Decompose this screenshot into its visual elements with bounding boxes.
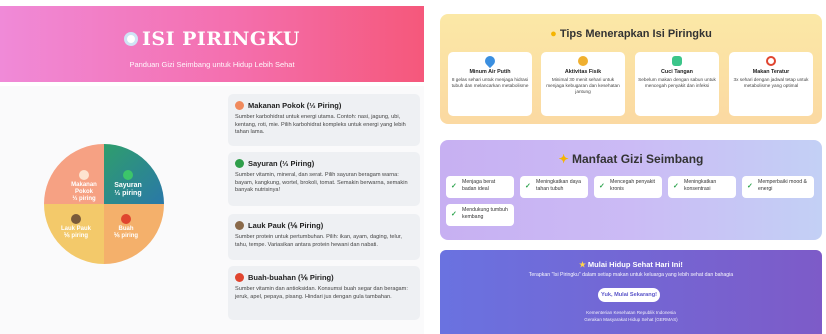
wheel-portion: ⅓ piring (72, 195, 96, 202)
benefit-item: ✓ Memperbaiki mood & energi (742, 176, 814, 198)
alarm-clock-icon (766, 56, 776, 66)
sparkle-icon: ✦ (558, 152, 569, 166)
benefits-title-row: ✦ Manfaat Gizi Seimbang (440, 152, 822, 166)
benefit-item: ✓ Mendukung tumbuh kembang (446, 204, 514, 226)
benefit-label: Mencegah penyakit kronis (610, 179, 655, 192)
card-text: Sumber vitamin dan antioksidan. Konsumsi… (235, 286, 408, 300)
card-title: Makanan Pokok (⅓ Piring) (248, 101, 342, 110)
check-icon: ✓ (451, 183, 457, 190)
tip-title: Makan Teratur (752, 69, 790, 75)
card-title: Lauk Pauk (⅙ Piring) (248, 221, 324, 230)
tip-title: Aktivitas Fisik (564, 69, 602, 75)
info-card-lauk-pauk: Lauk Pauk (⅙ Piring) Sumber protein untu… (228, 214, 420, 260)
hero-title: ISI PIRINGKU (142, 28, 300, 50)
tip-title: Minum Air Putih (469, 69, 511, 75)
check-icon: ✓ (599, 183, 605, 190)
tip-card-minum-air: Minum Air Putih 8 gelas sehari untuk men… (448, 52, 532, 116)
page: ISI PIRINGKU Panduan Gizi Seimbang untuk… (0, 0, 826, 334)
benefit-label: Menjaga berat badan ideal (462, 179, 496, 192)
card-text: Sumber karbohidrat untuk energi utama. C… (235, 114, 406, 136)
benefits-section: ✦ Manfaat Gizi Seimbang ✓ Menjaga berat b… (440, 140, 822, 240)
check-icon: ✓ (747, 183, 753, 190)
start-now-button[interactable]: Yuk, Mulai Sekarang! (598, 288, 660, 302)
wheel-portion: ⅙ piring (63, 232, 89, 239)
protein-icon (71, 214, 81, 224)
plate-wheel: Makanan Pokok ⅓ piring Sayuran ⅓ piring … (44, 144, 164, 264)
benefit-label: Meningkatkan daya tahan tubuh (536, 179, 581, 192)
wheel-segment-makanan-pokok[interactable]: Makanan Pokok ⅓ piring (44, 144, 104, 204)
benefit-item: ✓ Meningkatkan konsentrasi (668, 176, 736, 198)
card-title: Buah-buahan (⅙ Piring) (248, 273, 334, 282)
cta-section: ★ Mulai Hidup Sehat Hari Ini! Terapkan "… (440, 250, 822, 334)
hero-banner: ISI PIRINGKU Panduan Gizi Seimbang untuk… (0, 6, 424, 82)
wheel-label: Lauk Pauk (60, 226, 91, 232)
tip-title: Cuci Tangan (661, 69, 693, 75)
vegetable-icon (123, 170, 133, 180)
check-icon: ✓ (525, 183, 531, 190)
cta-title-row: ★ Mulai Hidup Sehat Hari Ini! (440, 260, 822, 269)
benefits-title: Manfaat Gizi Seimbang (572, 152, 704, 166)
wheel-portion: ⅙ piring (113, 232, 139, 239)
right-panel: ● Tips Menerapkan Isi Piringku Minum Air… (430, 0, 826, 334)
wheel-label: Buah (118, 226, 134, 232)
water-drop-icon (482, 53, 498, 69)
tips-title-row: ● Tips Menerapkan Isi Piringku (440, 28, 822, 40)
benefit-label: Mendukung tumbuh kembang (462, 207, 508, 220)
lightbulb-icon: ● (550, 28, 557, 40)
vegetable-icon (235, 159, 244, 168)
info-card-makanan-pokok: Makanan Pokok (⅓ Piring) Sumber karbohid… (228, 94, 420, 146)
cta-title: Mulai Hidup Sehat Hari Ini! (587, 260, 683, 269)
tip-text: Minimal 30 menit sehari untuk menjaga ke… (546, 77, 620, 95)
left-panel: ISI PIRINGKU Panduan Gizi Seimbang untuk… (0, 0, 424, 334)
tips-title: Tips Menerapkan Isi Piringku (559, 28, 712, 40)
cta-footer-ministry: Kementerian Kesehatan Republik Indonesia (586, 310, 676, 315)
tip-card-aktivitas: Aktivitas Fisik Minimal 30 menit sehari … (541, 52, 625, 116)
soap-icon (672, 56, 682, 66)
tip-text: 8 gelas sehari untuk menjaga hidrasi tub… (451, 77, 529, 89)
info-card-buah: Buah-buahan (⅙ Piring) Sumber vitamin da… (228, 266, 420, 320)
grain-icon (79, 170, 89, 180)
tips-section: ● Tips Menerapkan Isi Piringku Minum Air… (440, 14, 822, 124)
grain-icon (235, 101, 244, 110)
tip-text: 3x sehari dengan jadwal tetap untuk meta… (733, 77, 809, 89)
check-icon: ✓ (673, 183, 679, 190)
wheel-label: Sayuran (114, 182, 142, 189)
check-icon: ✓ (451, 211, 457, 218)
wheel-portion: ⅓ piring (114, 190, 142, 198)
wheel-segment-lauk-pauk[interactable]: Lauk Pauk ⅙ piring (44, 204, 104, 264)
cta-footer-germas: Gerakan Masyarakat Hidup Sehat (GERMAS) (584, 317, 678, 322)
hero-title-row: ISI PIRINGKU (0, 28, 424, 50)
info-card-sayuran: Sayuran (⅓ Piring) Sumber vitamin, miner… (228, 152, 420, 206)
star-icon: ★ (579, 260, 586, 269)
tip-text: Sebelum makan dengan sabun untuk mencega… (638, 77, 716, 89)
wheel-label: Makanan Pokok (71, 182, 97, 195)
running-icon (578, 56, 588, 66)
fruit-icon (235, 273, 244, 282)
card-text: Sumber protein untuk pertumbuhan. Pilih:… (235, 234, 402, 248)
cta-subtitle: Terapkan "Isi Piringku" dalam setiap mak… (528, 272, 734, 278)
tip-card-makan-teratur: Makan Teratur 3x sehari dengan jadwal te… (729, 52, 813, 116)
benefit-label: Meningkatkan konsentrasi (684, 179, 717, 192)
fruit-icon (121, 214, 131, 224)
wheel-segment-buah[interactable]: Buah ⅙ piring (104, 204, 164, 264)
benefit-item: ✓ Mencegah penyakit kronis (594, 176, 662, 198)
plate-icon (124, 32, 139, 46)
card-title: Sayuran (⅓ Piring) (248, 159, 315, 168)
tip-card-cuci-tangan: Cuci Tangan Sebelum makan dengan sabun u… (635, 52, 719, 116)
card-text: Sumber vitamin, mineral, dan serat. Pili… (235, 172, 408, 194)
benefit-label: Memperbaiki mood & energi (758, 179, 808, 192)
protein-icon (235, 221, 244, 230)
benefit-item: ✓ Meningkatkan daya tahan tubuh (520, 176, 588, 198)
wheel-segment-sayuran[interactable]: Sayuran ⅓ piring (104, 144, 164, 204)
benefit-item: ✓ Menjaga berat badan ideal (446, 176, 514, 198)
hero-subtitle: Panduan Gizi Seimbang untuk Hidup Lebih … (129, 60, 295, 69)
